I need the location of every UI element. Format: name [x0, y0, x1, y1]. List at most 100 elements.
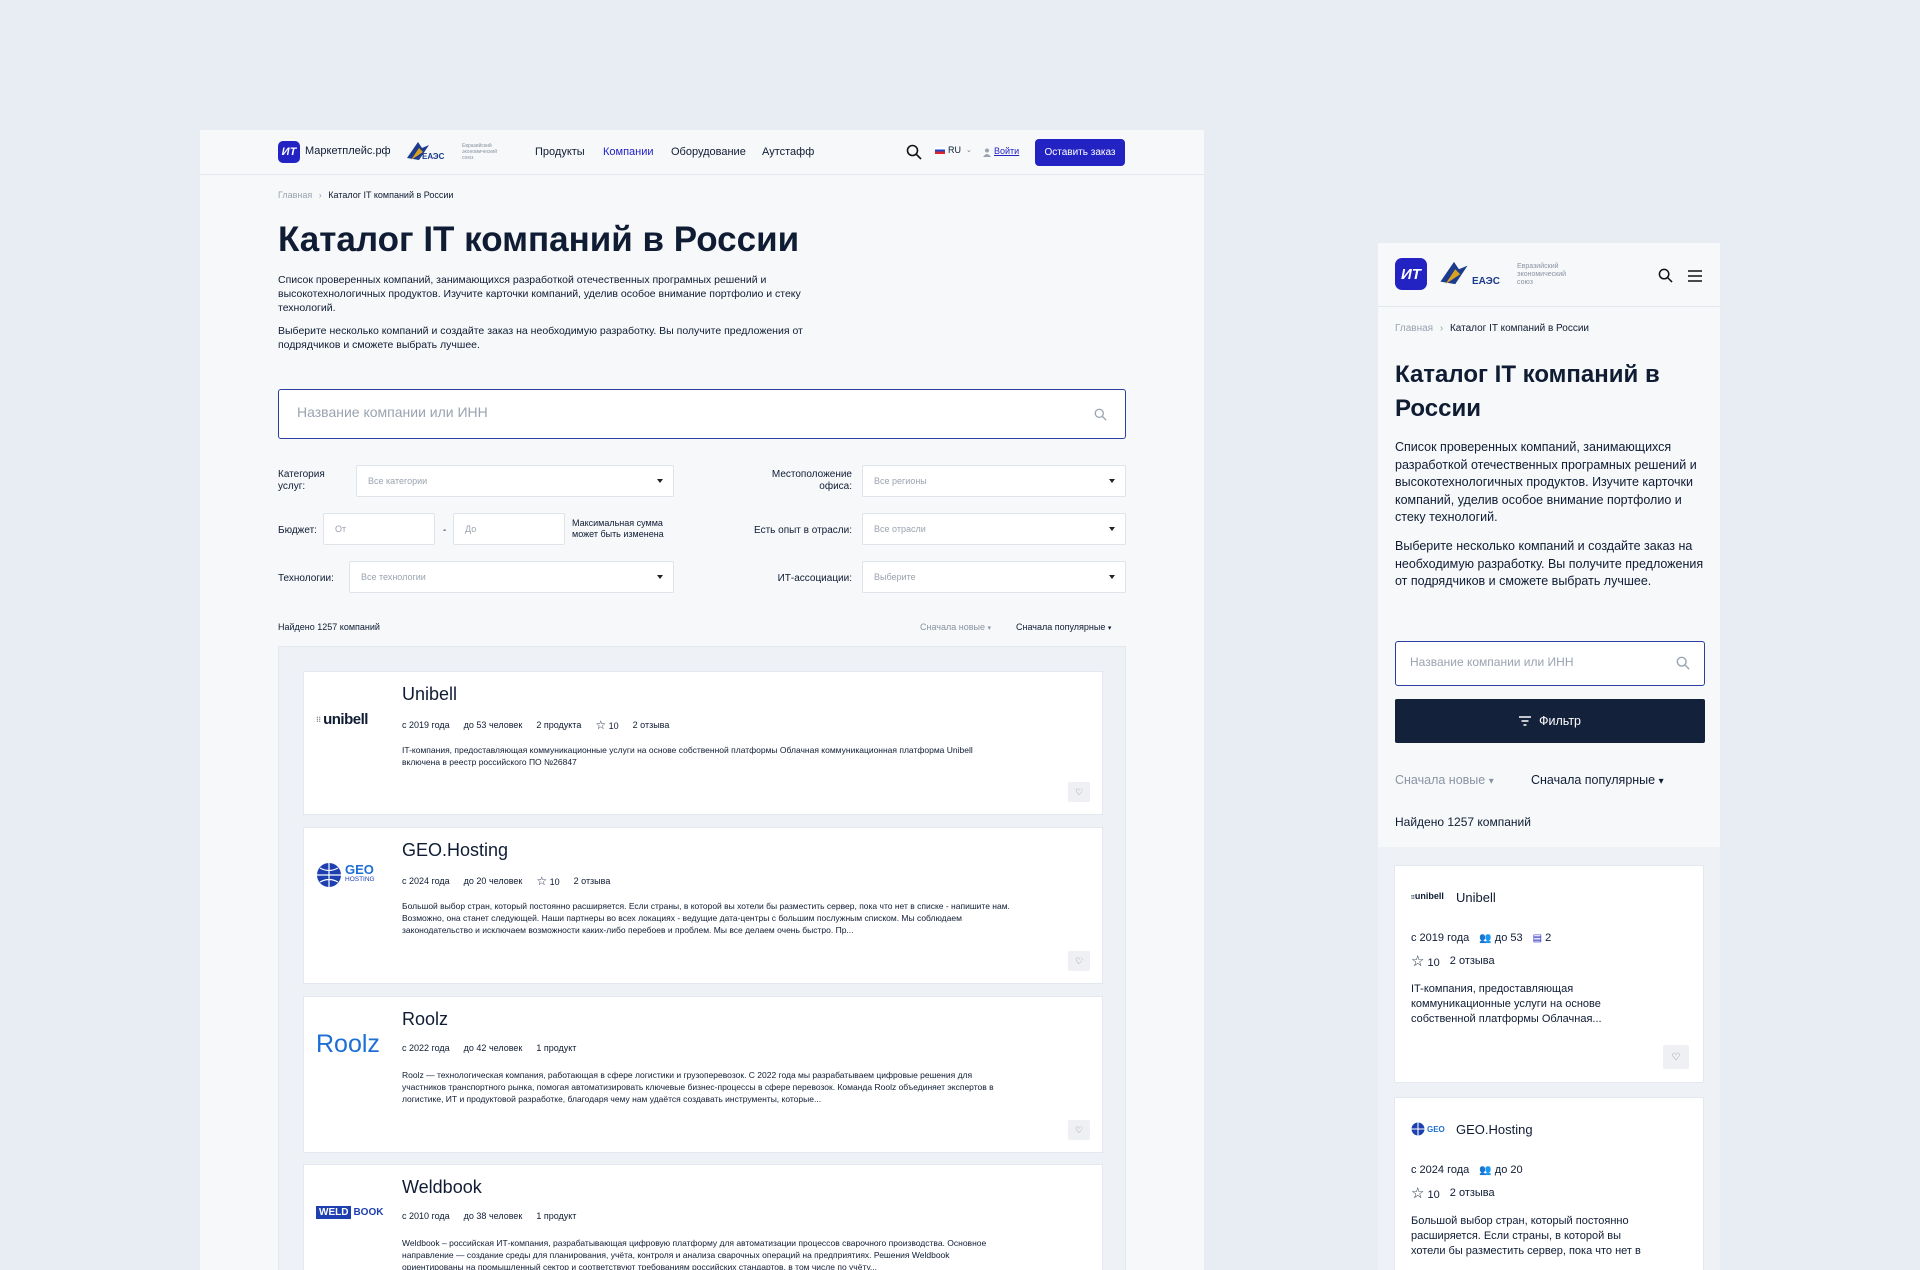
sort-popular[interactable]: Сначала популярные ▾	[1016, 622, 1111, 632]
favorite-button[interactable]: ♡	[1068, 782, 1090, 802]
it-logo-icon[interactable]: ИТ	[1395, 258, 1427, 290]
industry-value: Все отрасли	[874, 524, 926, 534]
sort-popular-label: Сначала популярные	[1016, 622, 1106, 632]
site-header: ИТ Маркетплейс.рф ЕАЭС Евразийский эконо…	[200, 130, 1204, 175]
rating: ☆ 10	[536, 874, 559, 888]
company-card[interactable]: GEO GEO.Hosting с 2024 года 👥 до 20 ☆ 10…	[1394, 1097, 1704, 1270]
breadcrumb: Главная › Каталог IT компаний в России	[278, 190, 453, 200]
heart-icon: ♡	[1074, 786, 1084, 797]
heart-icon: ♡	[1671, 1051, 1681, 1063]
category-label: Категория услуг:	[278, 469, 325, 492]
company-search	[1395, 641, 1705, 686]
company-name[interactable]: GEO.Hosting	[402, 840, 508, 861]
login-link[interactable]: Войти	[994, 146, 1019, 156]
sort-new[interactable]: Сначала новые ▾	[1395, 773, 1494, 787]
company-card[interactable]: GEO HOSTING GEO.Hosting с 2024 года до 2…	[303, 827, 1103, 984]
intro-text-2: Выберите несколько компаний и создайте з…	[278, 325, 803, 351]
company-card[interactable]: Roolz Roolz с 2022 года до 42 человек 1 …	[303, 996, 1103, 1153]
search-input[interactable]	[297, 404, 1057, 420]
page-title: Каталог IT компаний в России	[1395, 361, 1660, 422]
lang-chevron-icon[interactable]: ⌄	[966, 146, 972, 154]
budget-from-placeholder: От	[335, 524, 347, 534]
company-meta: с 2024 года до 20 человек ☆ 10 2 отзыва	[402, 874, 610, 888]
sort-popular-label: Сначала популярные	[1531, 773, 1656, 787]
heart-icon: ♡	[1074, 955, 1084, 966]
brand-name[interactable]: Маркетплейс.рф	[305, 145, 391, 157]
breadcrumb-home[interactable]: Главная	[278, 190, 312, 200]
nav-equipment[interactable]: Оборудование	[671, 146, 746, 158]
company-name[interactable]: Weldbook	[402, 1177, 482, 1198]
sort-popular[interactable]: Сначала популярные ▾	[1531, 773, 1664, 787]
category-select[interactable]: Все категории	[356, 465, 674, 497]
company-description: Weldbook – российская ИТ-компания, разра…	[402, 1238, 987, 1270]
budget-from-input[interactable]: От	[323, 513, 435, 545]
company-list: ⁝⁝ unibell Unibell с 2019 года до 53 чел…	[278, 646, 1126, 1270]
company-name[interactable]: Roolz	[402, 1009, 448, 1030]
company-name[interactable]: GEO.Hosting	[1456, 1122, 1533, 1137]
company-since: с 2022 года	[402, 1043, 450, 1053]
heart-icon: ♡	[1074, 1124, 1084, 1135]
rating: ☆ 10	[1411, 1184, 1440, 1202]
company-products: 1 продукт	[536, 1043, 577, 1053]
menu-icon[interactable]	[1688, 270, 1702, 282]
nav-companies[interactable]: Компании	[603, 146, 654, 158]
company-name[interactable]: Unibell	[1456, 890, 1496, 905]
industry-select[interactable]: Все отрасли	[862, 513, 1126, 545]
staff: 👥 до 53	[1479, 932, 1522, 944]
company-reviews: 2 отзыва	[1449, 955, 1495, 967]
search-input[interactable]	[1410, 655, 1670, 669]
logo-text: GEO	[1427, 1124, 1445, 1134]
location-label: Местоположение офиса:	[771, 469, 852, 492]
company-meta: с 2022 года до 42 человек 1 продукт	[402, 1043, 576, 1053]
favorite-button[interactable]: ♡	[1068, 951, 1090, 971]
company-products: 2 продукта	[536, 720, 582, 730]
assoc-value: Выберите	[874, 572, 916, 582]
company-card[interactable]: ⁝⁝ unibell Unibell с 2019 года до 53 чел…	[303, 671, 1103, 815]
budget-to-input[interactable]: До	[453, 513, 565, 545]
nav-outstaff[interactable]: Аутстафф	[762, 146, 814, 158]
company-reviews: 2 отзыва	[1449, 1187, 1495, 1199]
search-icon[interactable]	[1094, 408, 1107, 421]
breadcrumb: Главная › Каталог IT компаний в России	[1395, 323, 1589, 334]
chevron-down-icon	[1109, 527, 1115, 531]
tech-label: Технологии:	[278, 573, 334, 584]
company-since: с 2010 года	[402, 1211, 450, 1221]
rating: ☆ 10	[595, 718, 618, 732]
location-select[interactable]: Все регионы	[862, 465, 1126, 497]
company-rating-row: ☆ 10 2 отзыва	[1411, 1184, 1495, 1202]
company-card[interactable]: ⁝⁝unibell Unibell с 2019 года 👥 до 53 ▤ …	[1394, 865, 1704, 1083]
intro-text-2: Выберите несколько компаний и создайте з…	[1395, 539, 1704, 588]
lang-switch[interactable]: RU	[948, 145, 961, 155]
logo-text: unibell	[1414, 891, 1444, 901]
favorite-button[interactable]: ♡	[1068, 1120, 1090, 1140]
budget-dash: -	[443, 525, 447, 536]
favorite-button[interactable]: ♡	[1663, 1045, 1689, 1069]
filter-button[interactable]: Фильтр	[1395, 699, 1705, 743]
search-icon[interactable]	[1676, 656, 1690, 670]
breadcrumb-separator: ›	[318, 190, 322, 200]
logo-text: WELD	[316, 1205, 352, 1219]
company-card[interactable]: WELD BOOK Weldbook с 2010 года до 38 чел…	[303, 1164, 1103, 1270]
logo-subtext: HOSTING	[345, 876, 375, 883]
company-meta: с 2019 года до 53 человек 2 продукта ☆ 1…	[402, 718, 669, 732]
assoc-select[interactable]: Выберите	[862, 561, 1126, 593]
search-icon[interactable]	[1658, 268, 1673, 283]
place-order-button[interactable]: Оставить заказ	[1035, 139, 1125, 166]
globe-logo-icon	[317, 863, 341, 887]
company-name[interactable]: Unibell	[402, 684, 457, 705]
nav-products[interactable]: Продукты	[535, 146, 585, 158]
products: ▤ 2	[1533, 932, 1552, 944]
company-search	[278, 389, 1126, 439]
tech-select[interactable]: Все технологии	[349, 561, 674, 593]
sort-new[interactable]: Сначала новые ▾	[920, 622, 991, 632]
company-logo: GEO	[1411, 1122, 1445, 1136]
search-icon[interactable]	[906, 144, 922, 160]
desktop-frame: ИТ Маркетплейс.рф ЕАЭС Евразийский эконо…	[200, 130, 1204, 1270]
breadcrumb-separator: ›	[1439, 323, 1444, 334]
it-logo-icon[interactable]: ИТ	[278, 141, 300, 163]
caret-down-icon: ▾	[987, 625, 991, 632]
breadcrumb-home[interactable]: Главная	[1395, 323, 1433, 334]
intro-text: Список проверенных компаний, занимающихс…	[1395, 440, 1697, 524]
caret-down-icon: ▾	[1107, 625, 1112, 632]
filter-label: Фильтр	[1539, 714, 1581, 728]
